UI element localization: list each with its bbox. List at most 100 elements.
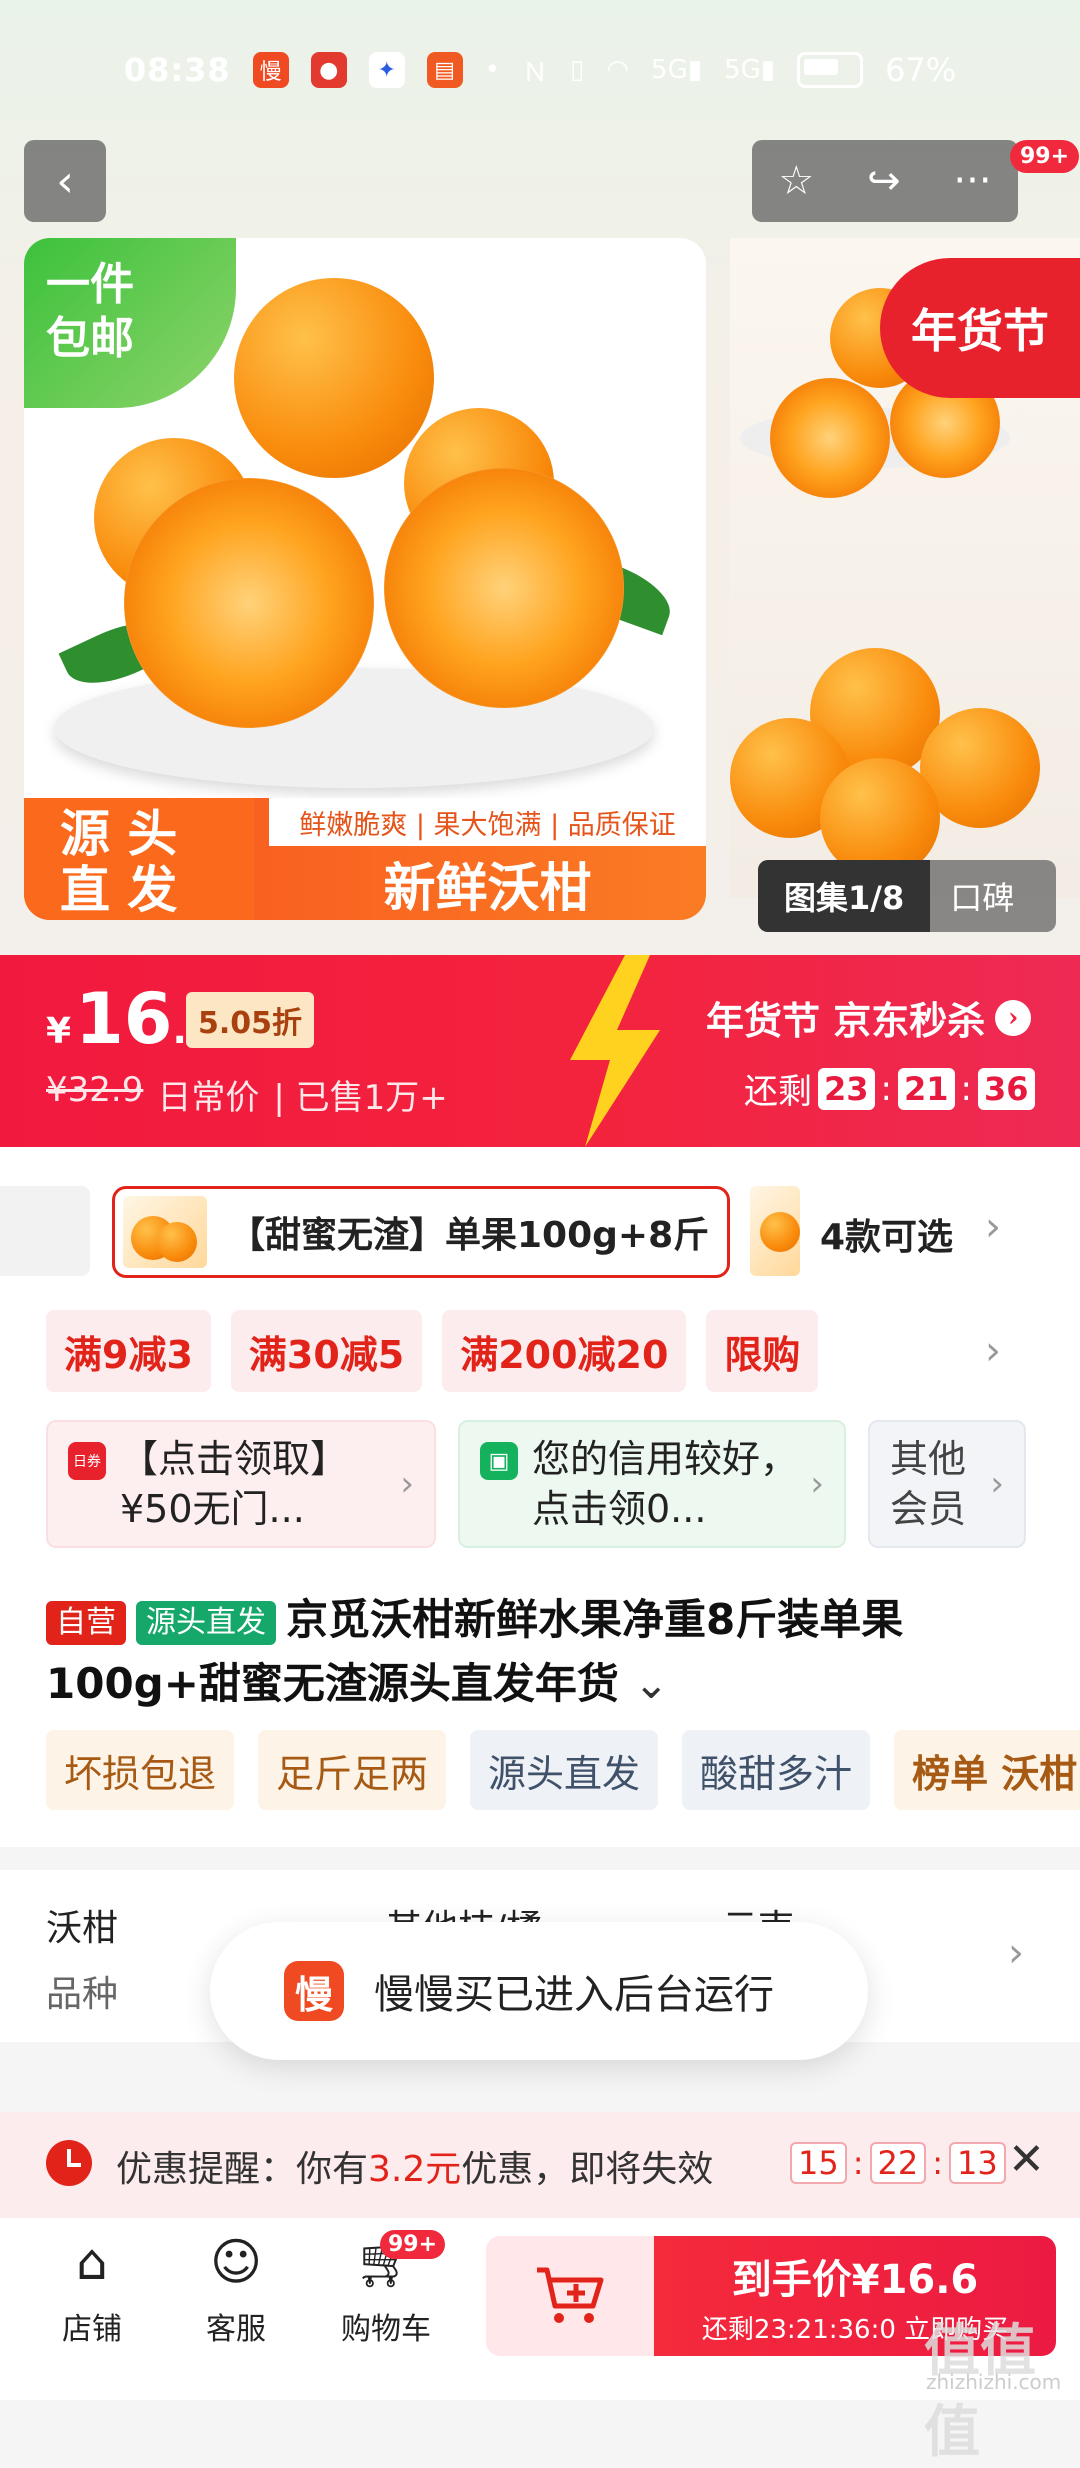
reminder-minutes: 22	[869, 2142, 927, 2184]
credit-card[interactable]: ▣ 您的信用较好，点击领0... ›	[458, 1420, 846, 1548]
chevron-right-icon: ›	[810, 1464, 824, 1504]
reminder-text: 优惠提醒：你有3.2元优惠，即将失效	[116, 2140, 713, 2192]
chevron-right-icon: ›	[990, 1464, 1004, 1504]
orange-half	[384, 468, 624, 708]
original-price-label: 日常价	[157, 1078, 260, 1118]
review-label: 口碑	[950, 879, 1015, 917]
close-icon[interactable]: ✕	[1008, 2134, 1045, 2185]
attribute-tags: 坏损包退 足斤足两 源头直发 酸甜多汁 榜单 沃柑	[46, 1730, 1080, 1810]
spec-option-next[interactable]	[750, 1186, 800, 1276]
orange-half	[770, 378, 890, 498]
chevron-right-icon[interactable]: ›	[985, 1328, 1001, 1374]
promo-tag[interactable]: 满9减3	[46, 1310, 211, 1392]
spec-value: 沃柑	[46, 1908, 119, 1949]
attr-tag[interactable]: 酸甜多汁	[682, 1730, 871, 1810]
countdown-label: 还剩	[744, 1072, 812, 1112]
cart-label: 购物车	[341, 2312, 431, 2347]
coupon-text: 【点击领取】¥50无门...	[120, 1437, 349, 1531]
chevron-right-icon[interactable]: ›	[1008, 1930, 1024, 1976]
spec-key: 品种	[46, 1974, 119, 2015]
banner-origin: 源 头 直 发	[24, 798, 254, 920]
reminder-prefix: 优惠提醒：你有	[116, 2149, 369, 2190]
attr-tag[interactable]: 源头直发	[470, 1730, 659, 1810]
reader-icon: ▤	[426, 52, 463, 88]
chevron-right-icon: ›	[400, 1464, 414, 1504]
chevron-right-icon[interactable]: ›	[985, 1204, 1001, 1250]
clock-icon	[46, 2140, 92, 2186]
attr-tag[interactable]: 足斤足两	[258, 1730, 447, 1810]
sold-count: | 已售1万+	[273, 1078, 448, 1118]
spec-variety: 沃柑 品种	[46, 1896, 118, 2028]
banner-product-name: 新鲜沃柑	[383, 858, 592, 919]
chevron-down-icon[interactable]: ⌄	[634, 1659, 669, 1708]
spec-option-prev[interactable]	[0, 1186, 90, 1276]
seckill-countdown: 还剩 23: 21: 36	[744, 1064, 1035, 1113]
reminder-countdown: 15: 22: 13	[790, 2142, 1006, 2184]
currency-symbol: ¥	[46, 1011, 72, 1052]
chevron-right-icon: ›	[995, 999, 1032, 1036]
buy-price: 到手价¥16.6	[731, 2256, 979, 2303]
countdown-seconds: 36	[978, 1067, 1035, 1110]
product-title[interactable]: 自营 源头直发 京觅沃柑新鲜水果净重8斤装单果100g+甜蜜无渣源头直发年货 ⌄	[46, 1588, 1046, 1716]
member-card[interactable]: 其他会员 ›	[868, 1420, 1026, 1548]
favorite-star-icon[interactable]: ☆	[778, 158, 814, 204]
battery-level: 67%	[885, 51, 957, 89]
store-icon: ⌂	[76, 2233, 108, 2291]
tab-reviews[interactable]: 口碑	[930, 873, 1034, 919]
direct-source-tag: 源头直发	[136, 1600, 276, 1645]
shopping-bag-icon: ▣	[480, 1442, 518, 1480]
message-badge: 99+	[1010, 140, 1080, 173]
battery-icon	[797, 52, 864, 88]
benefit-cards: 日券 【点击领取】¥50无门... › ▣ 您的信用较好，点击领0... › 其…	[46, 1420, 1026, 1548]
vibrate-icon: ▯	[570, 55, 585, 85]
signal-1: 5G▮	[651, 55, 703, 85]
nfc-icon: Ｎ	[522, 57, 549, 88]
add-to-cart-button[interactable]	[486, 2236, 654, 2356]
status-bar: 08:38 慢 ● ✦ ▤ • Ｎ ▯ ◠ 5G▮ 5G▮ 67%	[0, 0, 1080, 140]
dot-icon: •	[484, 55, 501, 85]
self-operated-tag: 自营	[46, 1600, 126, 1645]
tab-gallery[interactable]: 图集1/8	[758, 860, 931, 932]
reminder-seconds: 13	[949, 2142, 1006, 2184]
share-icon[interactable]: ↪	[867, 158, 901, 204]
orange	[157, 1222, 197, 1262]
spec-count[interactable]: 4款可选	[820, 1208, 953, 1260]
coupon-card[interactable]: 日券 【点击领取】¥50无门... ›	[46, 1420, 436, 1548]
ranking-tag[interactable]: 榜单 沃柑	[894, 1730, 1080, 1810]
price-integer: 16	[75, 978, 173, 1060]
reminder-hours: 15	[790, 2142, 847, 2184]
gallery-tabs: 图集1/8 口碑	[758, 860, 1056, 932]
manmanmai-app-icon: 慢	[284, 1961, 344, 2021]
main-product-image[interactable]: 一件 包邮 源 头 直 发 鲜嫩脆爽 | 果大饱满 | 品质保证 新鲜沃柑	[24, 238, 706, 920]
spec-option-selected[interactable]: 【甜蜜无渣】单果100g+8斤	[112, 1186, 730, 1278]
promo-tag[interactable]: 满200减20	[442, 1310, 687, 1392]
background-toast: 慢 慢慢买已进入后台运行	[210, 1922, 868, 2060]
baidu-icon: ✦	[368, 52, 405, 88]
service-button[interactable]: ☺ 客服	[176, 2230, 296, 2348]
product-gallery[interactable]: 08:38 慢 ● ✦ ▤ • Ｎ ▯ ◠ 5G▮ 5G▮ 67% ‹ ☆ ↪ …	[0, 0, 1080, 955]
store-label: 店铺	[62, 2312, 122, 2347]
seckill-event[interactable]: 年货节 京东秒杀 ›	[706, 990, 1032, 1045]
chevron-left-icon: ‹	[56, 155, 74, 207]
add-cart-icon	[537, 2267, 604, 2323]
new-year-festival-badge: 年货节	[880, 258, 1080, 398]
reminder-suffix: 优惠，即将失效	[461, 2149, 714, 2190]
attr-tag[interactable]: 坏损包退	[46, 1730, 235, 1810]
promo-tag[interactable]: 满30减5	[230, 1310, 423, 1392]
signal-2: 5G▮	[724, 55, 776, 85]
cart-badge: 99+	[380, 2230, 446, 2259]
spec-thumbnail	[123, 1196, 207, 1268]
more-icon[interactable]: ···	[953, 158, 991, 204]
promo-tag[interactable]: 限购	[706, 1310, 819, 1392]
service-label: 客服	[206, 2312, 266, 2347]
banner-tags: 鲜嫩脆爽 | 果大饱满 | 品质保证	[269, 798, 706, 846]
lightning-icon	[570, 955, 660, 1147]
back-button[interactable]: ‹	[24, 140, 106, 222]
discount-badge: 5.05折	[186, 992, 315, 1048]
free-shipping-flag: 一件 包邮	[24, 238, 236, 408]
credit-text: 您的信用较好，点击领0...	[532, 1437, 799, 1531]
header-actions: ☆ ↪ ···	[752, 140, 1018, 222]
store-button[interactable]: ⌂ 店铺	[32, 2230, 152, 2348]
seckill-title: 年货节 京东秒杀	[706, 998, 986, 1043]
orange-half	[124, 478, 374, 728]
